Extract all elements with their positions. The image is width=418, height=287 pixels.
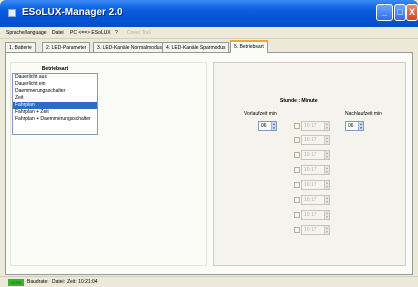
- nachlauf-value: 06: [348, 123, 354, 129]
- time-value: 10:17: [304, 123, 317, 129]
- spin-arrows-icon[interactable]: ▲ ▼: [324, 196, 329, 204]
- list-item[interactable]: Fahrplan + Zeit: [13, 109, 97, 116]
- time-stepper[interactable]: 10:17 ▲ ▼: [301, 210, 330, 220]
- maximize-button[interactable]: □: [394, 4, 406, 21]
- tab-led-sparmodus[interactable]: 4. LED-Kanäle Sparmodus: [162, 42, 230, 52]
- spin-arrows-icon[interactable]: ▲ ▼: [324, 226, 329, 234]
- time-stepper[interactable]: 10:17 ▲ ▼: [301, 180, 330, 190]
- list-item[interactable]: Fahrplan + Daemmerungsschalter: [13, 116, 97, 123]
- nachlauf-stepper[interactable]: 06 ▲ ▼: [345, 121, 364, 131]
- spin-arrows-icon[interactable]: ▲ ▼: [324, 136, 329, 144]
- time-checkbox[interactable]: [294, 197, 300, 203]
- time-stepper[interactable]: 10:17 ▲ ▼: [301, 195, 330, 205]
- time-value: 10:17: [304, 182, 317, 188]
- app-icon: [8, 9, 16, 17]
- time-value: 10:17: [304, 137, 317, 143]
- time-stepper[interactable]: 10:17 ▲ ▼: [301, 150, 330, 160]
- menu-pc-esolux[interactable]: PC <==> ESoLUX: [70, 30, 111, 36]
- menu-datei[interactable]: Datei: [52, 30, 64, 36]
- com-status-badge: COM: [8, 279, 24, 286]
- schedule-group: [213, 62, 406, 266]
- time-checkbox[interactable]: [294, 167, 300, 173]
- baudrate-label: Baudrate:: [27, 279, 49, 285]
- time-checkbox[interactable]: [294, 152, 300, 158]
- vorlauf-stepper[interactable]: 06 ▲ ▼: [258, 121, 277, 131]
- time-checkbox[interactable]: [294, 227, 300, 233]
- close-button[interactable]: X: [406, 4, 418, 21]
- tab-led-normalmodus[interactable]: 3. LED-Kanäle Normalmodus: [93, 42, 167, 52]
- time-value: 10:17: [304, 167, 317, 173]
- menu-cover-tool[interactable]: Cover Tool: [127, 30, 151, 36]
- spin-arrows-icon[interactable]: ▲ ▼: [324, 151, 329, 159]
- time-stepper[interactable]: 10:17 ▲ ▼: [301, 135, 330, 145]
- window-title: ESoLUX-Manager 2.0: [22, 7, 123, 18]
- list-item-selected[interactable]: Fahrplan: [13, 102, 97, 109]
- time-checkbox[interactable]: [294, 182, 300, 188]
- datei-label: Datei:: [52, 279, 66, 285]
- time-stepper[interactable]: 10:17 ▲ ▼: [301, 121, 330, 131]
- time-checkbox[interactable]: [294, 137, 300, 143]
- time-readout: Zeit: 10:21:04: [67, 279, 98, 285]
- spin-arrows-icon[interactable]: ▲ ▼: [324, 181, 329, 189]
- spin-arrows-icon[interactable]: ▲ ▼: [324, 122, 329, 130]
- list-item[interactable]: Zeit: [13, 95, 97, 102]
- betriebsart-listbox[interactable]: Dauerlicht aus Dauerlicht ein Daemmerung…: [12, 73, 98, 135]
- list-item[interactable]: Daemmerungsschalter: [13, 88, 97, 95]
- nachlauf-label: Nachlaufzeit min: [345, 111, 382, 117]
- list-item[interactable]: Dauerlicht ein: [13, 81, 97, 88]
- spin-arrows-icon[interactable]: ▲ ▼: [324, 211, 329, 219]
- menu-help[interactable]: ?: [115, 30, 118, 36]
- tab-betriebsart[interactable]: 5. Betriebsart: [230, 40, 268, 53]
- betriebsart-heading: Betriebsart: [41, 66, 69, 72]
- vorlauf-value: 06: [261, 123, 267, 129]
- time-value: 10:17: [304, 212, 317, 218]
- menu-language[interactable]: Sprache/language: [6, 30, 47, 36]
- menu-bar: Sprache/language Datei PC <==> ESoLUX ? …: [0, 27, 418, 39]
- status-bar: COM Baudrate: Datei: Zeit: 10:21:04: [0, 276, 418, 287]
- time-stepper[interactable]: 10:17 ▲ ▼: [301, 225, 330, 235]
- spin-arrows-icon[interactable]: ▲ ▼: [358, 122, 363, 130]
- time-value: 10:17: [304, 227, 317, 233]
- tab-led-parameter[interactable]: 2. LED-Parameter: [42, 42, 91, 52]
- list-item[interactable]: Dauerlicht aus: [13, 74, 97, 81]
- time-value: 10:17: [304, 197, 317, 203]
- vorlauf-label: Vorlaufzeit min: [244, 111, 277, 117]
- spin-arrows-icon[interactable]: ▲ ▼: [324, 166, 329, 174]
- time-stepper[interactable]: 10:17 ▲ ▼: [301, 165, 330, 175]
- tab-batterie[interactable]: 1. Batterie: [5, 42, 36, 52]
- stunde-minute-heading: Stunde : Minute: [280, 98, 318, 104]
- time-checkbox[interactable]: [294, 212, 300, 218]
- title-bar: ESoLUX-Manager 2.0 _ □ X: [0, 0, 418, 27]
- spin-arrows-icon[interactable]: ▲ ▼: [271, 122, 276, 130]
- time-checkbox[interactable]: [294, 123, 300, 129]
- time-value: 10:17: [304, 152, 317, 158]
- minimize-button[interactable]: _: [376, 4, 393, 21]
